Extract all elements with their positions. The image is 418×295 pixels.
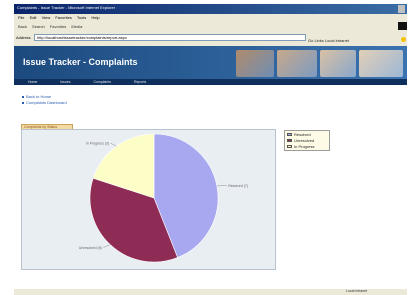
nav-complaints[interactable]: Complaints xyxy=(93,79,111,85)
nav-issues[interactable]: Issues xyxy=(60,79,70,85)
search-button[interactable]: Search xyxy=(32,22,45,32)
pie-leader-line xyxy=(110,142,117,147)
browser-toolbar: Back Search Favorites Media xyxy=(14,22,407,32)
pie-slice-label: Resolved (7) xyxy=(228,184,248,188)
legend-label-unresolved: Unresolved xyxy=(294,138,315,143)
pie-chart: Resolved (7) Unresolved (6) In Progress (3… xyxy=(79,133,248,263)
windows-logo-icon xyxy=(398,22,407,30)
status-text: Local intranet xyxy=(346,289,368,293)
links-text[interactable]: Go Links Local intranet xyxy=(308,38,349,43)
pie-slice-label: Unresolved (6) xyxy=(79,246,102,250)
close-icon[interactable] xyxy=(398,5,405,13)
bullet-icon xyxy=(22,102,24,104)
banner-photo-3 xyxy=(320,50,356,77)
banner-photo-4 xyxy=(359,50,403,77)
menu-help[interactable]: Help xyxy=(91,14,99,22)
menu-tools[interactable]: Tools xyxy=(77,14,86,22)
legend-label-resolved: Resolved xyxy=(294,132,311,137)
banner-photo-1 xyxy=(236,50,274,77)
page-title: Issue Tracker - Complaints xyxy=(23,57,138,67)
back-button[interactable]: Back xyxy=(18,22,27,32)
nav-home[interactable]: Home xyxy=(28,79,37,85)
menu-edit[interactable]: Edit xyxy=(30,14,37,22)
app-navbar: Home Issues Complaints Reports xyxy=(14,79,407,85)
menu-favorites[interactable]: Favorites xyxy=(55,14,71,22)
nav-reports[interactable]: Reports xyxy=(134,79,146,85)
address-value: http://localhost/issuetracker/complaints… xyxy=(37,35,127,40)
breadcrumb-dashboard[interactable]: Complaints Dashboard xyxy=(26,100,67,105)
media-button[interactable]: Media xyxy=(71,22,82,32)
menu-file[interactable]: File xyxy=(18,14,24,22)
menu-bar: File Edit View Favorites Tools Help xyxy=(14,14,407,22)
pie-leader-line xyxy=(216,185,227,187)
legend-swatch-unresolved xyxy=(287,139,292,142)
go-arrow-icon[interactable] xyxy=(401,37,406,42)
legend-swatch-in-progress xyxy=(287,145,292,148)
pie-slice-label: In Progress (3) xyxy=(86,141,109,145)
banner-photo-2 xyxy=(277,50,317,77)
breadcrumb-home[interactable]: Back to Home xyxy=(26,94,51,99)
browser-title: Complaints - Issue Tracker - Microsoft I… xyxy=(17,5,116,10)
legend-swatch-resolved xyxy=(287,133,292,136)
pie-leader-line xyxy=(103,244,111,248)
favorites-button[interactable]: Favorites xyxy=(50,22,66,32)
bullet-icon xyxy=(22,96,24,98)
address-label: Address xyxy=(16,35,31,40)
menu-view[interactable]: View xyxy=(42,14,51,22)
legend-label-in-progress: In Progress xyxy=(294,144,315,149)
